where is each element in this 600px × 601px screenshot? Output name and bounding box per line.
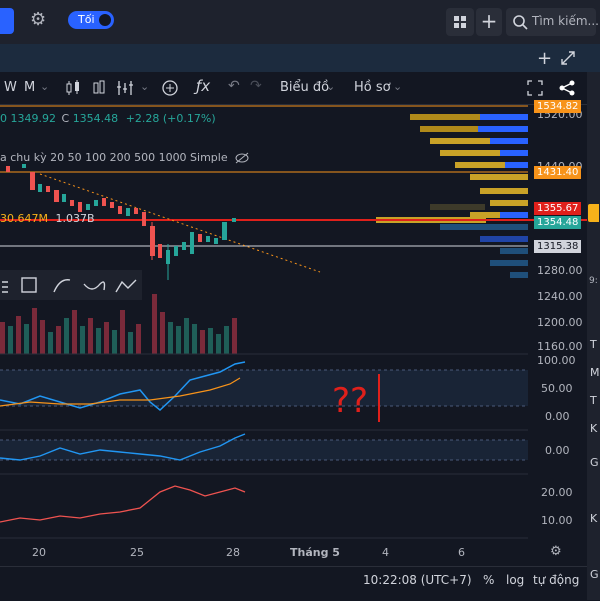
search-placeholder: Tìm kiếm... xyxy=(532,14,599,28)
toggle-knob xyxy=(99,14,111,26)
price-tag-red: 1355.67 xyxy=(534,202,582,215)
indicator-legend: a chu kỳ 20 50 100 200 500 1000 Simple xyxy=(0,151,249,164)
settings-icon[interactable]: ⚙ xyxy=(550,544,562,559)
adx-line xyxy=(0,485,246,523)
chart-toolbar: W M ⌄ ⌄ ƒx ↶ ↷ Biểu đồ ⌄ Hồ sơ ⌄ xyxy=(0,72,587,105)
price-tick: 1200.00 xyxy=(537,316,583,329)
chart-type-button[interactable]: Biểu đồ xyxy=(280,80,329,95)
interval-m[interactable]: M xyxy=(24,80,35,95)
ohlc-change: +2.28 (+0.17%) xyxy=(125,112,216,125)
percent-toggle[interactable]: % xyxy=(483,573,494,587)
right-panel-time: 9: xyxy=(589,276,598,286)
rsi-band xyxy=(0,370,528,406)
price-tick: 1240.00 xyxy=(537,290,583,303)
gear-icon[interactable]: ⚙ xyxy=(30,11,48,29)
price-tag-high: 1534.82 xyxy=(534,100,582,113)
grid-icon xyxy=(454,16,466,28)
interval-w[interactable]: W xyxy=(4,80,17,95)
add-indicator-icon[interactable] xyxy=(160,78,180,98)
search-icon xyxy=(513,15,528,30)
chart-header-bar: + xyxy=(0,44,587,72)
price-tag-last: 1354.48 xyxy=(534,216,582,229)
price-tick: 1160.00 xyxy=(537,340,583,353)
theme-toggle[interactable]: Tối xyxy=(68,11,114,29)
osc-tick: 0.00 xyxy=(545,444,570,457)
price-scale[interactable]: 1520.00 1440.00 1280.00 1240.00 1200.00 … xyxy=(528,100,587,559)
log-toggle[interactable]: log xyxy=(506,573,524,587)
top-bar: ⚙ Tối + Tìm kiếm... xyxy=(0,0,600,45)
fullscreen-icon[interactable] xyxy=(527,80,543,96)
osc-band xyxy=(0,440,528,460)
rsi-tick: 50.00 xyxy=(541,382,573,395)
volume-value: 1.037B xyxy=(55,212,95,225)
time-tick: 6 xyxy=(458,546,465,559)
right-panel-letter: T xyxy=(590,394,597,407)
bars-icon[interactable] xyxy=(90,79,108,97)
indicator-label: a chu kỳ 20 50 100 200 500 1000 Simple xyxy=(0,151,228,164)
ohlc-legend: 0 1349.92 C 1354.48 +2.28 (+0.17%) xyxy=(0,112,216,125)
ohlc-low-label: 0 xyxy=(0,112,7,125)
volume-bars xyxy=(0,294,237,354)
clock-display: 10:22:08 (UTC+7) xyxy=(363,573,472,587)
right-panel-header xyxy=(587,44,600,72)
profile-button[interactable]: Hồ sơ xyxy=(354,80,391,95)
price-tag-support: 1315.38 xyxy=(534,240,582,253)
undo-icon[interactable]: ↶ xyxy=(228,78,240,94)
volume-legend: 30.647M 1.037B xyxy=(0,212,95,225)
time-tick: Tháng 5 xyxy=(290,546,340,559)
right-panel-letter: M xyxy=(590,366,600,379)
redo-icon[interactable]: ↷ xyxy=(250,78,262,94)
footer-bar: 10:22:08 (UTC+7) % log tự động xyxy=(0,566,587,601)
menu-button[interactable] xyxy=(0,8,14,34)
chevron-down-icon[interactable]: ⌄ xyxy=(40,80,49,93)
add-chart-icon[interactable]: + xyxy=(537,48,552,69)
share-icon[interactable] xyxy=(558,79,576,97)
chevron-down-icon[interactable]: ⌄ xyxy=(393,80,402,93)
layout-grid-button[interactable] xyxy=(446,8,474,36)
adx-tick: 20.00 xyxy=(541,486,573,499)
time-tick: 28 xyxy=(226,546,240,559)
fx-icon[interactable]: ƒx xyxy=(196,77,210,95)
right-panel-letter: K xyxy=(590,422,598,435)
time-tick: 20 xyxy=(32,546,46,559)
right-panel-letter: T xyxy=(590,338,597,351)
time-tick: 25 xyxy=(130,546,144,559)
volume-profile xyxy=(376,114,528,278)
ohlc-close-value: 1354.48 xyxy=(72,112,119,125)
candlestick-icon[interactable] xyxy=(64,79,82,97)
right-panel-letter: K xyxy=(590,512,598,525)
chart-canvas[interactable]: ?? 20 25 28 Tháng 5 4 6 xyxy=(0,104,587,566)
expand-icon[interactable] xyxy=(560,50,576,66)
rsi-tick: 0.00 xyxy=(545,410,570,423)
add-button[interactable]: + xyxy=(476,8,502,36)
annotation-question: ?? xyxy=(332,381,368,421)
adx-tick: 10.00 xyxy=(541,514,573,527)
rsi-tick: 100.00 xyxy=(537,354,576,367)
theme-toggle-label: Tối xyxy=(78,13,95,26)
time-tick: 4 xyxy=(382,546,389,559)
ohlc-low-value: 1349.92 xyxy=(10,112,57,125)
volume-label: 30.647M xyxy=(0,212,48,225)
price-tick: 1280.00 xyxy=(537,264,583,277)
indicator-icon[interactable] xyxy=(116,79,134,97)
ohlc-close-label: C xyxy=(61,112,70,125)
auto-toggle[interactable]: tự động xyxy=(533,573,579,587)
chevron-down-icon[interactable]: ⌄ xyxy=(140,80,149,93)
chevron-down-icon[interactable]: ⌄ xyxy=(326,80,335,93)
right-panel-letter: G xyxy=(590,568,599,581)
right-panel-letter: G xyxy=(590,456,599,469)
search-box[interactable]: Tìm kiếm... xyxy=(506,8,599,36)
right-panel: 9: T M T K G K G xyxy=(587,44,600,600)
price-tag-level: 1431.40 xyxy=(534,166,582,179)
alert-marker xyxy=(588,204,599,222)
eye-off-icon[interactable] xyxy=(235,152,249,164)
